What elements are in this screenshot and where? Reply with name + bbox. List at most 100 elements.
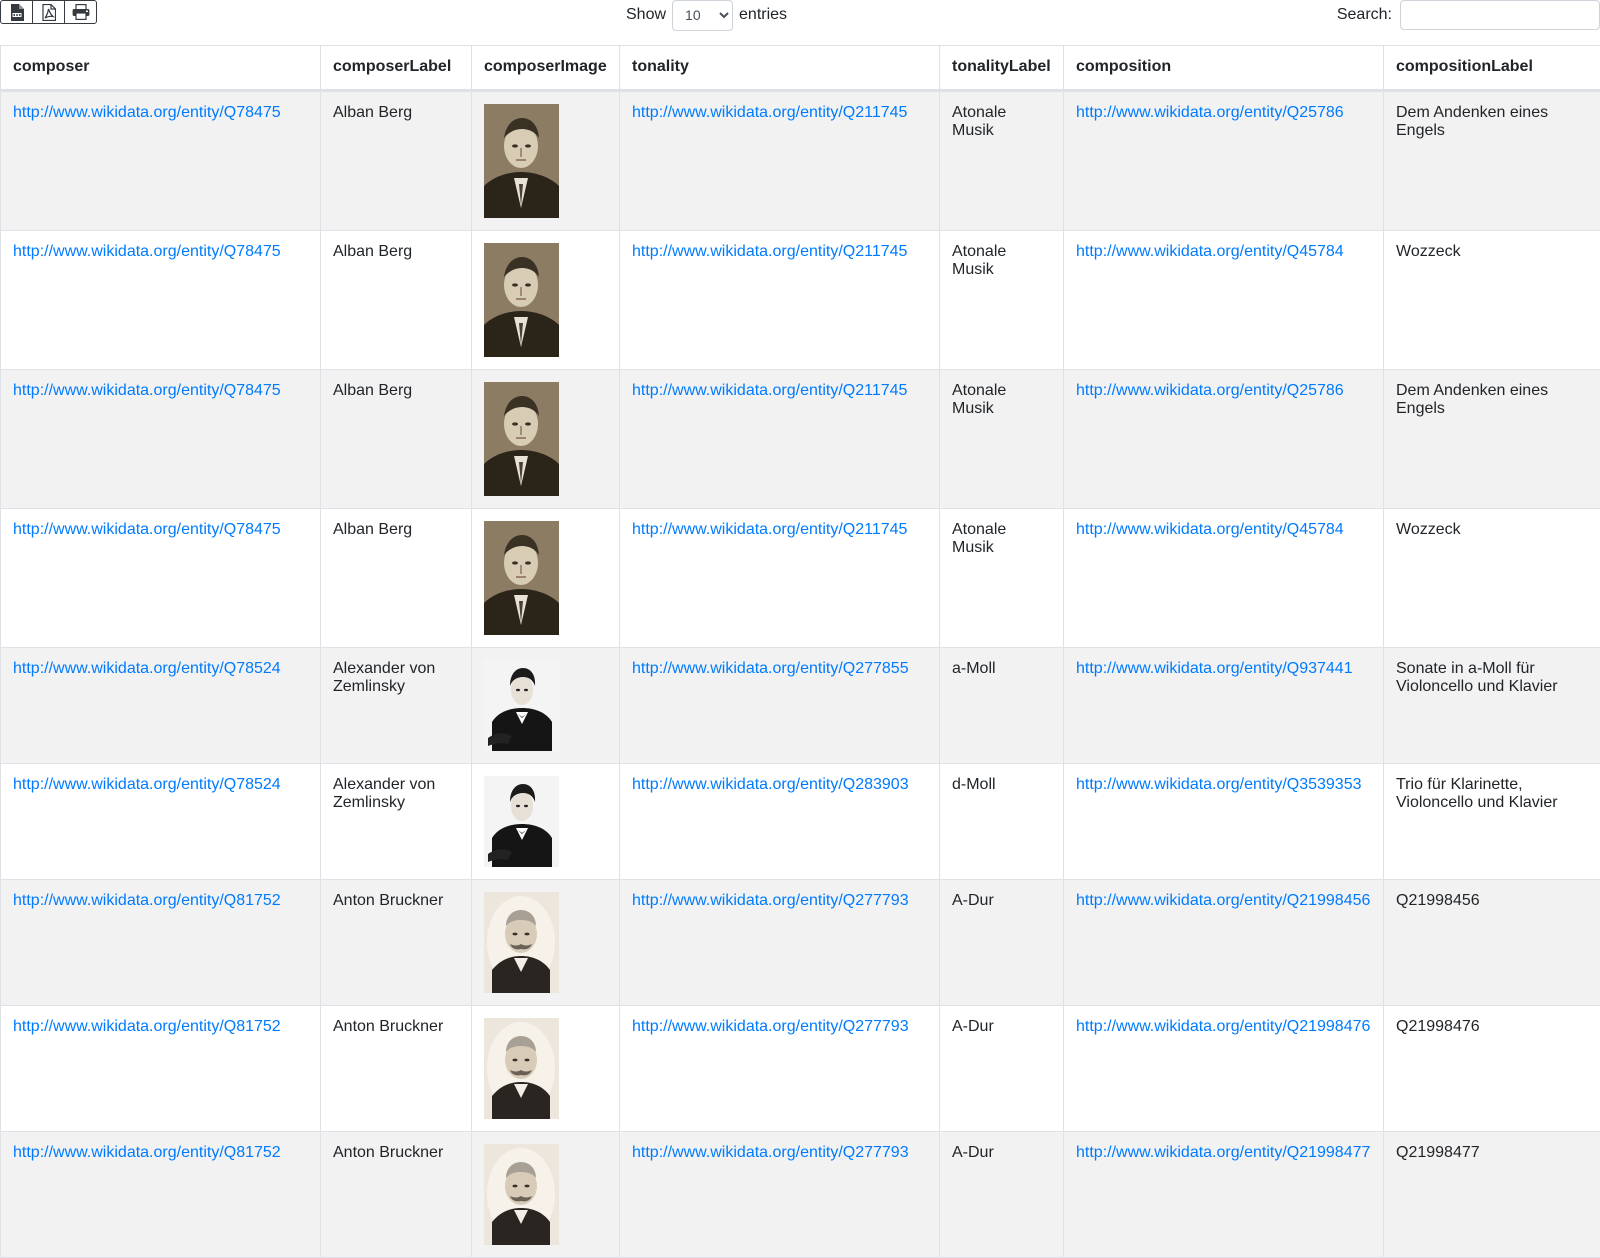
tonality-label-cell: d-Moll [940,764,1064,880]
portrait-zemlinsky [484,660,559,751]
pdf-export-button[interactable] [33,1,65,23]
composer-label-cell: Alban Berg [321,509,472,648]
composer-label-cell: Anton Bruckner [321,1132,472,1258]
csv-export-button[interactable] [1,1,33,23]
composer-cell: http://www.wikidata.org/entity/Q78475 [1,91,321,231]
composer-label-cell: Anton Bruckner [321,880,472,1006]
column-header-tonality[interactable]: tonality [620,46,940,91]
column-header-composer[interactable]: composer [1,46,321,91]
column-header-composer-image[interactable]: composerImage [472,46,620,91]
tonality-link[interactable]: http://www.wikidata.org/entity/Q211745 [632,382,907,399]
composer-link[interactable]: http://www.wikidata.org/entity/Q78475 [13,104,281,121]
column-header-composition[interactable]: composition [1064,46,1384,91]
composition-link[interactable]: http://www.wikidata.org/entity/Q21998477 [1076,1144,1370,1161]
composer-link[interactable]: http://www.wikidata.org/entity/Q81752 [13,1144,281,1161]
portrait-bruckner [484,892,559,993]
composer-image-cell [472,370,620,509]
composition-link[interactable]: http://www.wikidata.org/entity/Q3539353 [1076,776,1362,793]
composition-cell: http://www.wikidata.org/entity/Q21998477 [1064,1132,1384,1258]
composition-label-cell: Q21998477 [1384,1132,1600,1258]
composer-cell: http://www.wikidata.org/entity/Q81752 [1,880,321,1006]
composition-link[interactable]: http://www.wikidata.org/entity/Q21998476 [1076,1018,1370,1035]
portrait-bruckner [484,1018,559,1119]
header-row: composer composerLabel composerImage ton… [1,46,1600,91]
tonality-cell: http://www.wikidata.org/entity/Q211745 [620,231,940,370]
composer-image-cell [472,1006,620,1132]
portrait-berg [484,104,559,218]
composition-link[interactable]: http://www.wikidata.org/entity/Q45784 [1076,243,1344,260]
tonality-link[interactable]: http://www.wikidata.org/entity/Q283903 [632,776,909,793]
composer-label-cell: Alban Berg [321,91,472,231]
search-input[interactable] [1400,0,1600,30]
tonality-cell: http://www.wikidata.org/entity/Q283903 [620,764,940,880]
portrait-berg [484,243,559,357]
composer-cell: http://www.wikidata.org/entity/Q78524 [1,764,321,880]
portrait-berg [484,382,559,496]
table-row: http://www.wikidata.org/entity/Q78524 Al… [1,764,1600,880]
tonality-link[interactable]: http://www.wikidata.org/entity/Q277793 [632,1018,909,1035]
print-button[interactable] [65,1,96,23]
composition-link[interactable]: http://www.wikidata.org/entity/Q25786 [1076,104,1344,121]
composer-link[interactable]: http://www.wikidata.org/entity/Q78524 [13,660,281,677]
csv-file-icon [10,4,24,21]
table-row: http://www.wikidata.org/entity/Q78475 Al… [1,509,1600,648]
composer-label-cell: Alexander von Zemlinsky [321,764,472,880]
composer-link[interactable]: http://www.wikidata.org/entity/Q78524 [13,776,281,793]
composer-image-cell [472,1132,620,1258]
table-row: http://www.wikidata.org/entity/Q78475 Al… [1,370,1600,509]
tonality-label-cell: a-Moll [940,648,1064,764]
composer-cell: http://www.wikidata.org/entity/Q78475 [1,370,321,509]
tonality-label-cell: Atonale Musik [940,370,1064,509]
composer-label-cell: Alexander von Zemlinsky [321,648,472,764]
composer-image-cell [472,648,620,764]
tonality-link[interactable]: http://www.wikidata.org/entity/Q211745 [632,521,907,538]
tonality-link[interactable]: http://www.wikidata.org/entity/Q277793 [632,1144,909,1161]
table-row: http://www.wikidata.org/entity/Q78475 Al… [1,231,1600,370]
composition-cell: http://www.wikidata.org/entity/Q25786 [1064,370,1384,509]
column-header-composition-label[interactable]: compositionLabel [1384,46,1600,91]
tonality-link[interactable]: http://www.wikidata.org/entity/Q211745 [632,104,907,121]
composition-cell: http://www.wikidata.org/entity/Q937441 [1064,648,1384,764]
composition-cell: http://www.wikidata.org/entity/Q21998476 [1064,1006,1384,1132]
column-header-tonality-label[interactable]: tonalityLabel [940,46,1064,91]
tonality-cell: http://www.wikidata.org/entity/Q211745 [620,91,940,231]
composer-link[interactable]: http://www.wikidata.org/entity/Q78475 [13,243,281,260]
composition-label-cell: Q21998476 [1384,1006,1600,1132]
composition-cell: http://www.wikidata.org/entity/Q45784 [1064,509,1384,648]
show-label: Show [626,6,666,24]
composition-link[interactable]: http://www.wikidata.org/entity/Q25786 [1076,382,1344,399]
export-toolbar [0,0,97,24]
composition-label-cell: Sonate in a-Moll für Violoncello und Kla… [1384,648,1600,764]
tonality-link[interactable]: http://www.wikidata.org/entity/Q211745 [632,243,907,260]
tonality-label-cell: Atonale Musik [940,231,1064,370]
composer-cell: http://www.wikidata.org/entity/Q78524 [1,648,321,764]
composer-link[interactable]: http://www.wikidata.org/entity/Q78475 [13,521,281,538]
table-header: composer composerLabel composerImage ton… [1,46,1600,91]
tonality-label-cell: A-Dur [940,1006,1064,1132]
composition-link[interactable]: http://www.wikidata.org/entity/Q45784 [1076,521,1344,538]
tonality-link[interactable]: http://www.wikidata.org/entity/Q277793 [632,892,909,909]
composer-cell: http://www.wikidata.org/entity/Q78475 [1,509,321,648]
composition-link[interactable]: http://www.wikidata.org/entity/Q937441 [1076,660,1353,677]
printer-icon [72,4,90,20]
composer-link[interactable]: http://www.wikidata.org/entity/Q81752 [13,1018,281,1035]
composer-image-cell [472,880,620,1006]
composer-label-cell: Alban Berg [321,370,472,509]
tonality-link[interactable]: http://www.wikidata.org/entity/Q277855 [632,660,909,677]
composition-link[interactable]: http://www.wikidata.org/entity/Q21998456 [1076,892,1370,909]
composition-cell: http://www.wikidata.org/entity/Q45784 [1064,231,1384,370]
composer-link[interactable]: http://www.wikidata.org/entity/Q78475 [13,382,281,399]
tonality-cell: http://www.wikidata.org/entity/Q211745 [620,509,940,648]
portrait-berg [484,521,559,635]
composer-link[interactable]: http://www.wikidata.org/entity/Q81752 [13,892,281,909]
table-row: http://www.wikidata.org/entity/Q81752 An… [1,1006,1600,1132]
column-header-composer-label[interactable]: composerLabel [321,46,472,91]
composition-label-cell: Dem Andenken eines Engels [1384,91,1600,231]
entries-per-page-select[interactable]: 10 [672,0,733,31]
composition-label-cell: Wozzeck [1384,231,1600,370]
table-row: http://www.wikidata.org/entity/Q81752 An… [1,880,1600,1006]
table-row: http://www.wikidata.org/entity/Q78524 Al… [1,648,1600,764]
composer-cell: http://www.wikidata.org/entity/Q81752 [1,1006,321,1132]
composer-image-cell [472,764,620,880]
tonality-label-cell: A-Dur [940,1132,1064,1258]
